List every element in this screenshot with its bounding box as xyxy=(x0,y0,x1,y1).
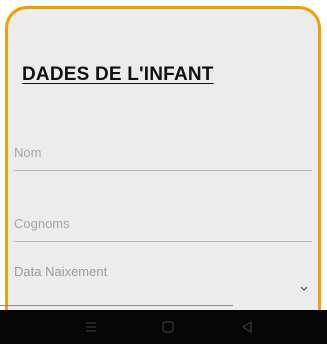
data-naixement-label[interactable]: Data Naixement xyxy=(14,264,107,279)
system-navigation-bar xyxy=(0,310,327,344)
nom-field-container xyxy=(14,144,312,171)
home-icon[interactable] xyxy=(161,320,175,334)
nom-input[interactable] xyxy=(14,145,312,160)
cognoms-input[interactable] xyxy=(14,216,312,231)
chevron-down-icon[interactable] xyxy=(298,284,310,294)
form-title: DADES DE L'INFANT xyxy=(22,64,214,85)
cognoms-field-container xyxy=(14,215,312,242)
back-icon[interactable] xyxy=(240,320,254,334)
data-naixement-underline xyxy=(0,305,233,306)
recents-icon[interactable] xyxy=(84,320,98,334)
form-card: DADES DE L'INFANT xyxy=(5,6,321,336)
